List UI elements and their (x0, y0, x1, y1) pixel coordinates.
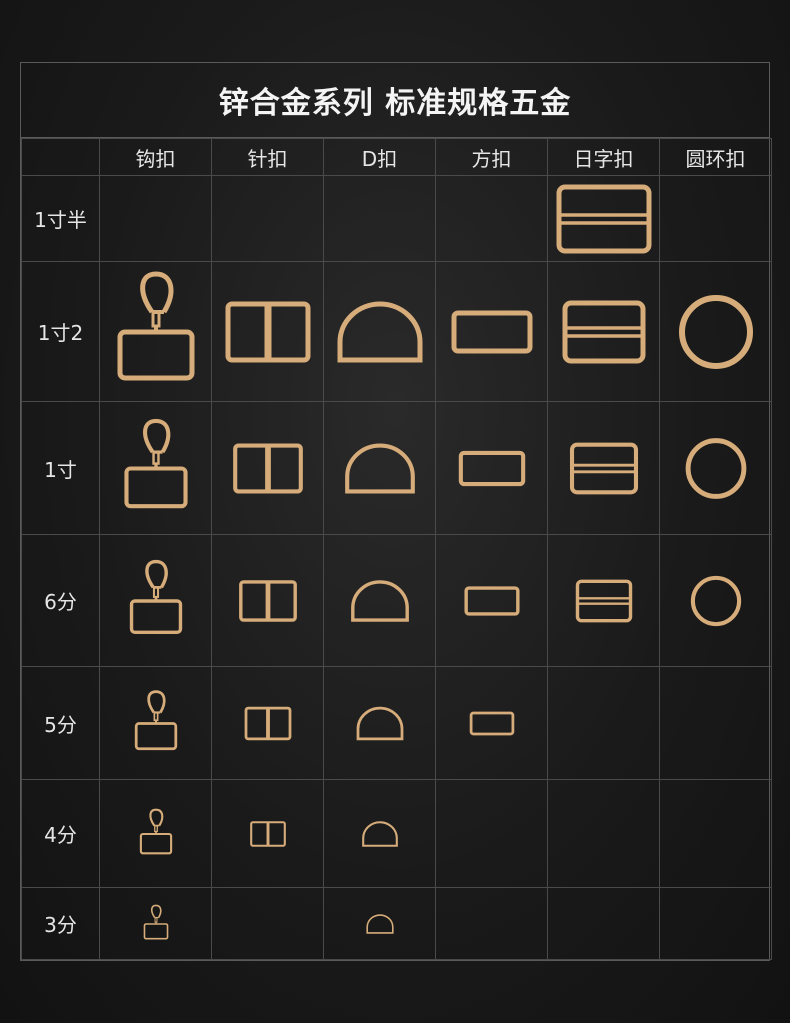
d-ring-icon (361, 820, 398, 847)
d-ring-icon (337, 301, 422, 362)
pin-buckle-icon (232, 442, 303, 494)
product-cell (99, 401, 212, 535)
empty-cell (547, 887, 660, 960)
row-label: 6分 (21, 534, 100, 667)
empty-cell (659, 887, 772, 960)
snap-hook-icon (134, 689, 177, 750)
row-label: 1寸半 (21, 175, 100, 262)
empty-cell (211, 887, 324, 960)
product-cell (547, 175, 660, 262)
pin-buckle-icon (249, 820, 286, 847)
rectangle-ring-icon (458, 450, 525, 486)
spec-table-frame: 锌合金系列 标准规格五金 钩扣 针扣 D扣 方扣 日字扣 圆环扣 1寸半 1寸2 1… (20, 62, 772, 961)
rectangle-ring-icon (463, 585, 520, 616)
slide-buckle-icon (569, 442, 638, 494)
table-row: 1寸 (21, 401, 772, 535)
product-cell (99, 534, 212, 667)
d-ring-icon (356, 706, 403, 740)
column-header: 方扣 (435, 138, 548, 176)
product-cell (659, 534, 772, 667)
product-cell (211, 534, 324, 667)
corner-cell (21, 138, 100, 176)
column-header: 针扣 (211, 138, 324, 176)
empty-cell (659, 666, 772, 780)
empty-cell (659, 779, 772, 888)
o-ring-icon (690, 575, 741, 626)
slide-buckle-icon (562, 300, 645, 363)
product-cell (323, 401, 436, 535)
product-cell (99, 887, 212, 960)
product-cell (323, 779, 436, 888)
product-cell (211, 779, 324, 888)
product-cell (435, 534, 548, 667)
row-label: 1寸 (21, 401, 100, 535)
snap-hook-icon (129, 559, 182, 634)
pin-buckle-icon (238, 579, 297, 622)
empty-cell (435, 175, 548, 262)
product-cell (435, 401, 548, 535)
empty-cell (323, 175, 436, 262)
d-ring-icon (350, 579, 409, 622)
product-cell (435, 261, 548, 402)
product-cell (547, 534, 660, 667)
product-cell (547, 401, 660, 535)
table-row: 3分 (21, 887, 772, 960)
product-cell (99, 779, 212, 888)
o-ring-icon (678, 294, 753, 369)
rectangle-ring-icon (451, 310, 532, 353)
empty-cell (435, 779, 548, 888)
empty-cell (547, 666, 660, 780)
rectangle-ring-icon (469, 711, 514, 735)
o-ring-icon (685, 437, 746, 499)
d-ring-icon (344, 442, 415, 494)
product-cell (99, 666, 212, 780)
empty-cell (211, 175, 324, 262)
column-header: 圆环扣 (659, 138, 772, 176)
table-row: 4分 (21, 779, 772, 888)
product-cell (99, 261, 212, 402)
product-cell (323, 666, 436, 780)
column-header: D扣 (323, 138, 436, 176)
product-cell (211, 666, 324, 780)
header-row: 钩扣 针扣 D扣 方扣 日字扣 圆环扣 (21, 138, 772, 176)
slide-buckle-icon (575, 579, 632, 622)
slide-buckle-icon (556, 184, 651, 253)
table-row: 1寸2 (21, 261, 772, 402)
pin-buckle-icon (225, 301, 310, 362)
product-cell (435, 666, 548, 780)
product-cell (323, 887, 436, 960)
snap-hook-icon (123, 418, 188, 508)
snap-hook-icon (139, 808, 172, 854)
empty-cell (659, 175, 772, 262)
product-cell (211, 261, 324, 402)
spec-table: 钩扣 针扣 D扣 方扣 日字扣 圆环扣 1寸半 1寸2 1寸 6分 5分 4分 3分 (21, 138, 772, 960)
d-ring-icon (365, 913, 394, 934)
column-header: 日字扣 (547, 138, 660, 176)
pin-buckle-icon (244, 706, 291, 740)
snap-hook-icon (143, 904, 168, 940)
table-row: 5分 (21, 666, 772, 780)
table-row: 6分 (21, 534, 772, 667)
page-title: 锌合金系列 标准规格五金 (21, 63, 769, 138)
product-cell (659, 261, 772, 402)
product-cell (211, 401, 324, 535)
column-header: 钩扣 (99, 138, 212, 176)
product-cell (659, 401, 772, 535)
row-label: 5分 (21, 666, 100, 780)
row-label: 1寸2 (21, 261, 100, 402)
product-cell (323, 261, 436, 402)
row-label: 4分 (21, 779, 100, 888)
empty-cell (547, 779, 660, 888)
snap-hook-icon (117, 270, 194, 380)
empty-cell (99, 175, 212, 262)
empty-cell (435, 887, 548, 960)
row-label: 3分 (21, 887, 100, 960)
product-cell (547, 261, 660, 402)
product-cell (323, 534, 436, 667)
table-row: 1寸半 (21, 175, 772, 262)
